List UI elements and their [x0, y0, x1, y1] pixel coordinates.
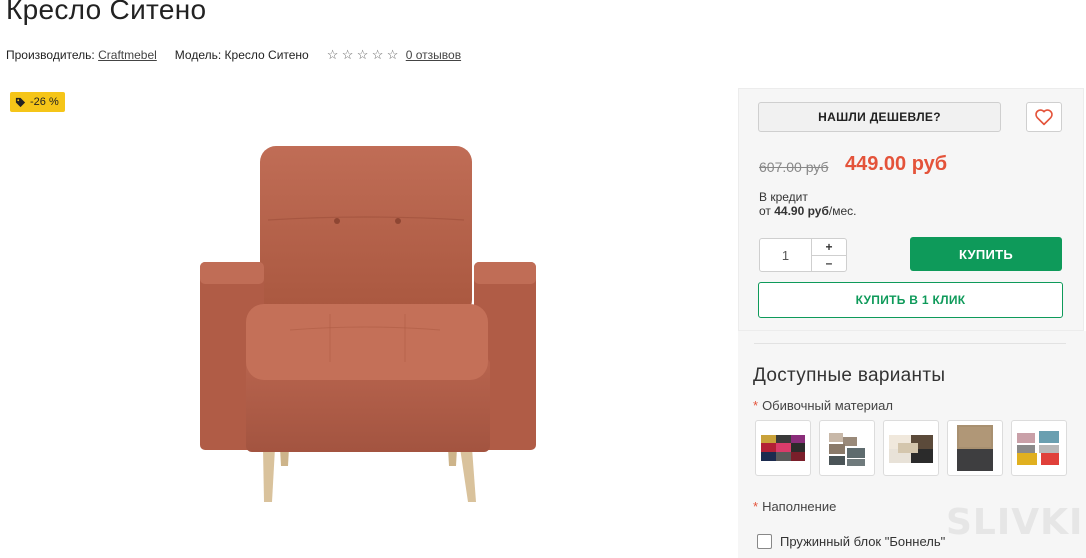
credit-suffix: /мес.	[828, 204, 857, 218]
upholstery-label: * Обивочный материал	[753, 398, 893, 413]
fabric-swatch-image	[1017, 431, 1059, 465]
fabric-swatch-image	[957, 425, 993, 471]
filling-option-bonnell[interactable]: Пружинный блок "Боннель"	[757, 534, 945, 549]
fabric-swatch-image	[829, 433, 865, 466]
upholstery-swatches	[755, 420, 1067, 476]
buy-button[interactable]: КУПИТЬ	[910, 237, 1062, 271]
credit-info: В кредит от 44.90 руб/мес.	[759, 190, 856, 218]
star-icon[interactable]: ☆	[342, 48, 357, 62]
product-meta: Производитель: Craftmebel Модель: Кресло…	[6, 48, 461, 63]
swatch-option[interactable]	[755, 420, 811, 476]
manufacturer-label: Производитель:	[6, 48, 95, 62]
old-price: 607.00 руб	[759, 159, 829, 175]
filling-checkbox[interactable]	[757, 534, 772, 549]
credit-from: от	[759, 204, 771, 218]
filling-label: * Наполнение	[753, 499, 836, 514]
purchase-panel: НАШЛИ ДЕШЕВЛЕ? 607.00 руб 449.00 руб В к…	[738, 88, 1084, 331]
star-icon[interactable]: ☆	[357, 48, 372, 62]
credit-amount-line: от 44.90 руб/мес.	[759, 204, 856, 218]
heart-icon	[1035, 109, 1053, 126]
watermark-logo: SLIVKI	[946, 502, 1084, 543]
fabric-swatch-image	[889, 435, 933, 463]
favorite-button[interactable]	[1026, 102, 1062, 132]
star-icon[interactable]: ☆	[327, 48, 342, 62]
discount-badge: -26 %	[10, 92, 65, 112]
swatch-option[interactable]	[1011, 420, 1067, 476]
model-label: Модель:	[174, 48, 222, 62]
swatch-option[interactable]	[819, 420, 875, 476]
page-title: Кресло Ситено	[6, 0, 207, 25]
credit-amount: 44.90 руб	[774, 204, 829, 218]
fabric-swatch-image	[761, 435, 805, 461]
model-value: Кресло Ситено	[224, 48, 309, 62]
found-cheaper-button[interactable]: НАШЛИ ДЕШЕВЛЕ?	[758, 102, 1001, 132]
buy-one-click-button[interactable]: КУПИТЬ В 1 КЛИК	[758, 282, 1063, 318]
discount-value: -26 %	[30, 96, 59, 108]
quantity-stepper: 1 + –	[759, 238, 847, 272]
star-icon[interactable]: ☆	[372, 48, 387, 62]
swatch-option[interactable]	[947, 420, 1003, 476]
star-icon[interactable]: ☆	[387, 48, 402, 62]
product-image[interactable]	[190, 130, 550, 510]
divider	[754, 343, 1066, 344]
current-price: 449.00 руб	[845, 153, 948, 175]
quantity-input[interactable]: 1	[760, 239, 812, 271]
quantity-increase-button[interactable]: +	[812, 239, 846, 256]
filling-label-text: Наполнение	[762, 499, 837, 514]
swatch-option[interactable]	[883, 420, 939, 476]
variants-title: Доступные варианты	[753, 365, 946, 386]
quantity-decrease-button[interactable]: –	[812, 256, 846, 272]
upholstery-label-text: Обивочный материал	[762, 398, 893, 413]
reviews-link[interactable]: 0 отзывов	[406, 48, 461, 62]
credit-label: В кредит	[759, 190, 808, 204]
required-mark: *	[753, 499, 759, 514]
product-page: Кресло Ситено Производитель: Craftmebel …	[0, 0, 1086, 558]
manufacturer-link[interactable]: Craftmebel	[98, 48, 157, 62]
tag-icon	[15, 97, 26, 107]
filling-option-label: Пружинный блок "Боннель"	[780, 534, 946, 549]
rating-stars[interactable]: ☆ ☆ ☆ ☆ ☆	[327, 48, 402, 62]
required-mark: *	[753, 398, 759, 413]
